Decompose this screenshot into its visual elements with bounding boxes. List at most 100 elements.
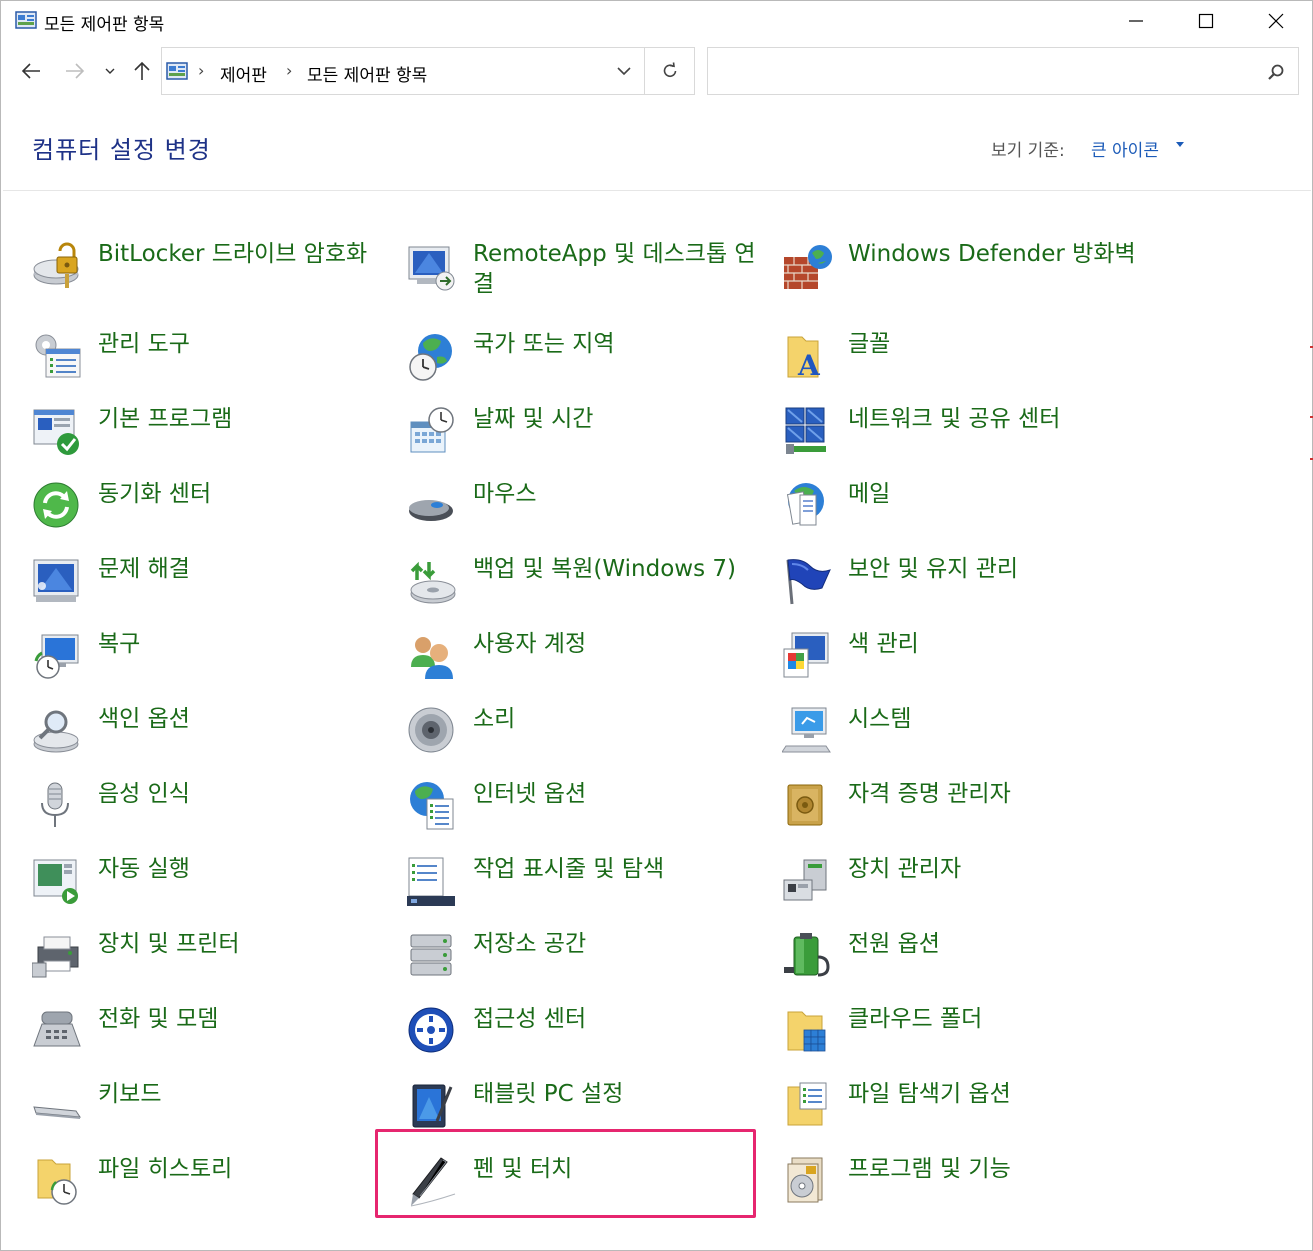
item-label: 동기화 센터 (98, 481, 212, 507)
item-label: 메일 (848, 481, 891, 507)
item-label: 문제 해결 (98, 556, 190, 582)
item-phone-modem[interactable]: 전화 및 모뎀 (32, 1002, 397, 1072)
region-icon (409, 334, 452, 381)
item-label: 인터넷 옵션 (473, 781, 587, 807)
printer-icon (32, 936, 79, 978)
backup-icon (410, 561, 456, 604)
minimize-button[interactable] (1101, 1, 1171, 41)
item-programs-features[interactable]: 프로그램 및 기능 (782, 1152, 1147, 1222)
item-credential-manager[interactable]: 자격 증명 관리자 (782, 777, 1147, 847)
control-panel-window: 모든 제어판 항목 › 제어판 › 모든 제어판 항목 컴퓨터 설정 변경 보기… (0, 0, 1313, 1251)
address-bar[interactable]: › 제어판 › 모든 제어판 항목 (161, 47, 695, 95)
item-label: 파일 히스토리 (98, 1156, 233, 1182)
divider (3, 190, 1311, 191)
bitlocker-icon (33, 242, 79, 288)
item-label: 전화 및 모뎀 (98, 1006, 219, 1032)
color-management-icon (783, 632, 829, 678)
troubleshooting-icon (33, 559, 79, 602)
keyboard-icon (33, 1106, 81, 1119)
item-firewall[interactable]: Windows Defender 방화벽 (782, 237, 1147, 307)
item-troubleshooting[interactable]: 문제 해결 (32, 552, 397, 622)
item-keyboard[interactable]: 키보드 (32, 1077, 397, 1147)
breadcrumb-separator-icon[interactable]: › (198, 61, 204, 80)
item-sound[interactable]: 소리 (407, 702, 772, 772)
fonts-icon: A (787, 336, 821, 382)
item-speech-recognition[interactable]: 음성 인식 (32, 777, 397, 847)
breadcrumb-separator-icon[interactable]: › (286, 61, 292, 80)
item-label: 기본 프로그램 (98, 406, 233, 432)
item-storage-spaces[interactable]: 저장소 공간 (407, 927, 772, 997)
item-device-manager[interactable]: 장치 관리자 (782, 852, 1147, 922)
item-user-accounts[interactable]: 사용자 계정 (407, 627, 772, 697)
item-mail[interactable]: 메일 (782, 477, 1147, 547)
tablet-icon (412, 1084, 453, 1128)
address-dropdown-button[interactable] (604, 48, 644, 94)
control-panel-icon (166, 62, 188, 80)
item-default-programs[interactable]: 기본 프로그램 (32, 402, 397, 472)
item-label: 자격 증명 관리자 (848, 781, 1011, 807)
view-by-dropdown[interactable]: 큰 아이콘 (1091, 136, 1159, 161)
breadcrumb-all-items[interactable]: 모든 제어판 항목 (307, 61, 427, 86)
date-time-icon (410, 407, 454, 453)
search-input[interactable] (707, 47, 1299, 95)
refresh-button[interactable] (644, 48, 694, 94)
security-flag-icon (786, 559, 831, 605)
item-cloud-folder[interactable]: 클라우드 폴더 (782, 1002, 1147, 1072)
item-network[interactable]: 네트워크 및 공유 센터 (782, 402, 1147, 472)
item-label: 프로그램 및 기능 (848, 1156, 1011, 1182)
minimize-icon (1129, 20, 1143, 22)
item-label: 관리 도구 (98, 331, 190, 357)
close-button[interactable] (1241, 1, 1311, 41)
back-button[interactable] (17, 57, 45, 85)
item-ease-of-access[interactable]: 접근성 센터 (407, 1002, 772, 1072)
item-mouse[interactable]: 마우스 (407, 477, 772, 547)
item-label: 키보드 (98, 1081, 162, 1107)
item-security-maintenance[interactable]: 보안 및 유지 관리 (782, 552, 1147, 622)
admin-tools-icon (35, 334, 81, 378)
item-color-management[interactable]: 색 관리 (782, 627, 1147, 697)
cloud-folder-icon (787, 1011, 826, 1052)
item-label: 보안 및 유지 관리 (848, 556, 1019, 582)
item-bitlocker[interactable]: BitLocker 드라이브 암호화 (32, 237, 397, 307)
forward-button[interactable] (61, 57, 89, 85)
item-power-options[interactable]: 전원 옵션 (782, 927, 1147, 997)
item-system[interactable]: 시스템 (782, 702, 1147, 772)
item-taskbar[interactable]: 작업 표시줄 및 탐색 (407, 852, 772, 922)
remoteapp-icon (408, 246, 455, 291)
item-region[interactable]: 국가 또는 지역 (407, 327, 772, 397)
item-label: 백업 및 복원(Windows 7) (473, 556, 736, 582)
item-internet-options[interactable]: 인터넷 옵션 (407, 777, 772, 847)
title-bar: 모든 제어판 항목 (1, 1, 1312, 41)
item-label: 소리 (473, 706, 516, 732)
item-label: 네트워크 및 공유 센터 (848, 406, 1061, 432)
item-label: 색인 옵션 (98, 706, 190, 732)
breadcrumb-control-panel[interactable]: 제어판 (220, 61, 267, 86)
folder-options-icon (787, 1082, 827, 1126)
microphone-icon (41, 782, 69, 827)
item-indexing[interactable]: 색인 옵션 (32, 702, 397, 772)
navigation-bar: › 제어판 › 모든 제어판 항목 (1, 47, 1312, 95)
item-admin-tools[interactable]: 관리 도구 (32, 327, 397, 397)
mail-icon (786, 483, 824, 526)
maximize-button[interactable] (1171, 1, 1241, 41)
mouse-icon (409, 500, 453, 521)
item-label: 음성 인식 (98, 781, 190, 807)
default-programs-icon (33, 409, 79, 455)
recent-locations-button[interactable] (99, 57, 121, 85)
caret-down-icon[interactable] (1176, 142, 1184, 147)
item-folder-options[interactable]: 파일 탐색기 옵션 (782, 1077, 1147, 1147)
item-devices-printers[interactable]: 장치 및 프린터 (32, 927, 397, 997)
item-label: 전원 옵션 (848, 931, 940, 957)
item-sync-center[interactable]: 동기화 센터 (32, 477, 397, 547)
item-label: 접근성 센터 (473, 1006, 587, 1032)
item-backup[interactable]: 백업 및 복원(Windows 7) (407, 552, 772, 622)
item-file-history[interactable]: 파일 히스토리 (32, 1152, 397, 1222)
item-date-time[interactable]: 날짜 및 시간 (407, 402, 772, 472)
item-fonts[interactable]: A 글꼴 (782, 327, 1147, 397)
programs-features-icon (787, 1157, 823, 1203)
item-remoteapp[interactable]: RemoteApp 및 데스크톱 연결 (407, 237, 772, 307)
item-autoplay[interactable]: 자동 실행 (32, 852, 397, 922)
item-recovery[interactable]: 복구 (32, 627, 397, 697)
up-button[interactable] (128, 57, 156, 85)
file-history-icon (37, 1159, 77, 1205)
